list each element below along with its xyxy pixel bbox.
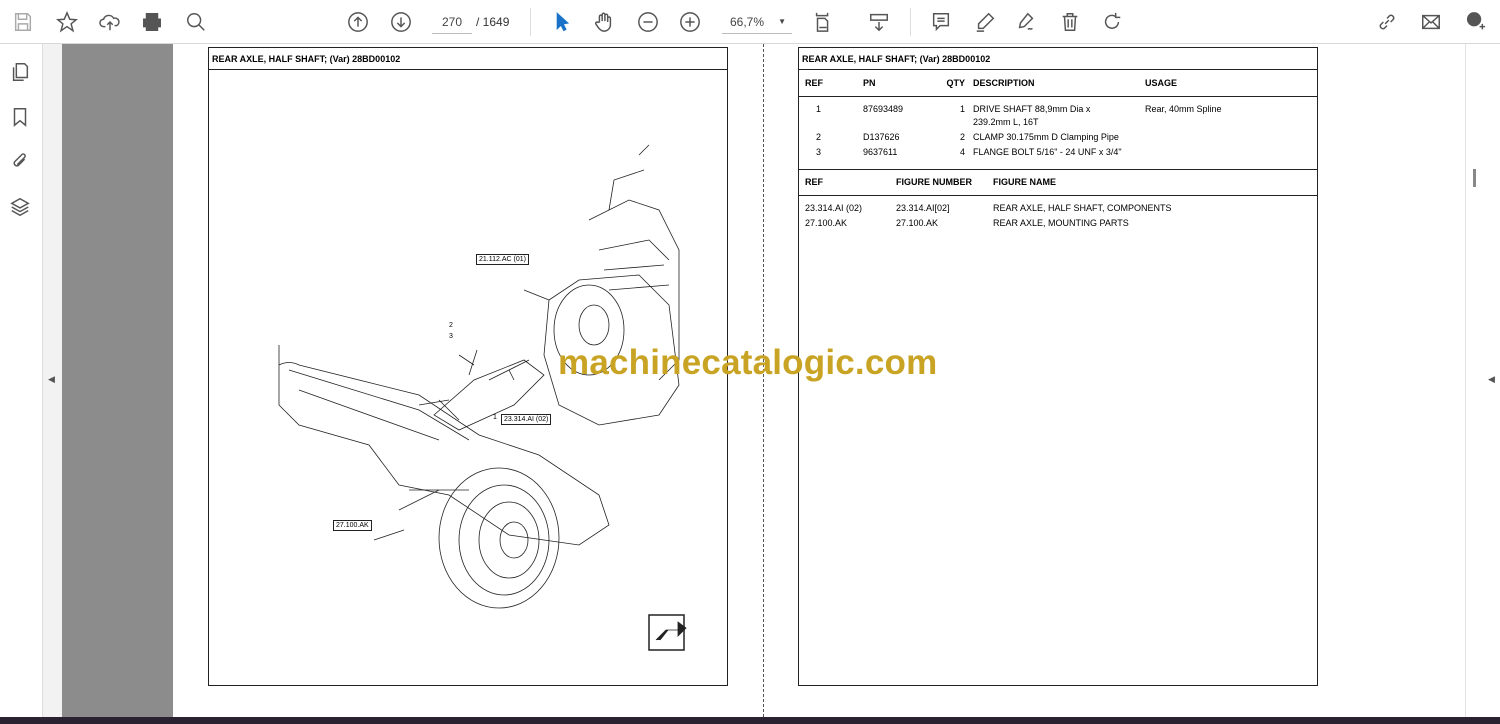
watermark: machinecatalogic.com bbox=[558, 343, 938, 382]
comment-icon[interactable] bbox=[928, 9, 954, 35]
zoom-value: 66,7% bbox=[730, 15, 765, 29]
pn-cell: 87693489 bbox=[863, 103, 904, 114]
figure-name-cell: REAR AXLE, HALF SHAFT, COMPONENTS bbox=[993, 203, 1172, 213]
qty-cell: 2 bbox=[959, 131, 965, 142]
ref-cell[interactable]: 23.314.AI (02) bbox=[799, 196, 890, 216]
description-cell: CLAMP 30.175mm D Clamping Pipe bbox=[973, 131, 1119, 142]
figures-table: REF FIGURE NUMBER FIGURE NAME 23.314.AI … bbox=[799, 169, 1317, 231]
star-icon[interactable] bbox=[54, 9, 80, 35]
bookmark-icon[interactable] bbox=[9, 106, 33, 130]
column-header: FIGURE NUMBER bbox=[890, 169, 987, 196]
column-header: DESCRIPTION bbox=[967, 70, 1139, 97]
ref-cell[interactable]: 27.100.AK bbox=[799, 215, 890, 230]
figure-callout[interactable]: 21.112.AC (01) bbox=[476, 254, 529, 265]
share-link-icon[interactable] bbox=[1374, 9, 1400, 35]
drawing-title: REAR AXLE, HALF SHAFT; (Var) 28BD00102 bbox=[209, 48, 727, 70]
table-row: 2 D137626 2 CLAMP 30.175mm D Clamping Pipe bbox=[799, 129, 1317, 144]
hand-tool-icon[interactable] bbox=[591, 9, 617, 35]
chevron-down-icon: ▼ bbox=[778, 17, 786, 26]
add-user-icon[interactable] bbox=[1462, 9, 1488, 35]
ref-label: 2 bbox=[449, 322, 453, 329]
document-background bbox=[62, 44, 173, 717]
toolbar: 270 / 1649 66,7% ▼ bbox=[0, 0, 1500, 44]
figure-number-cell: 23.314.AI[02] bbox=[896, 203, 950, 213]
save-icon[interactable] bbox=[10, 9, 36, 35]
figure-callout[interactable]: 23.314.AI (02) bbox=[501, 414, 552, 425]
layers-icon[interactable] bbox=[9, 196, 33, 220]
column-header: PN bbox=[857, 70, 927, 97]
right-panel: ◀ bbox=[1465, 44, 1500, 717]
usage-cell bbox=[1139, 129, 1317, 144]
column-header: REF bbox=[799, 169, 890, 196]
cloud-upload-icon[interactable] bbox=[97, 9, 123, 35]
attachment-icon[interactable] bbox=[9, 150, 33, 174]
print-icon[interactable] bbox=[139, 9, 165, 35]
fit-page-icon[interactable] bbox=[810, 9, 836, 35]
parts-list-title: REAR AXLE, HALF SHAFT; (Var) 28BD00102 bbox=[799, 48, 1317, 70]
page-number-input[interactable]: 270 bbox=[432, 10, 472, 34]
column-header: USAGE bbox=[1139, 70, 1317, 97]
left-panel-collapse[interactable]: ◀ bbox=[43, 44, 62, 717]
delete-icon[interactable] bbox=[1057, 9, 1083, 35]
pn-cell: D137626 bbox=[863, 131, 900, 142]
ref-label: 1 bbox=[493, 414, 497, 421]
usage-cell: Rear, 40mm Spline bbox=[1145, 103, 1222, 114]
taskbar-strip bbox=[0, 717, 1500, 724]
description-line: 239.2mm L, 16T bbox=[973, 116, 1039, 127]
left-sidebar bbox=[0, 44, 43, 717]
chevron-right-icon[interactable]: ◀ bbox=[1488, 374, 1495, 385]
search-icon[interactable] bbox=[183, 9, 209, 35]
qty-cell: 4 bbox=[959, 146, 965, 157]
table-row: 3 9637611 4 FLANGE BOLT 5/16" - 24 UNF x 3/… bbox=[799, 144, 1317, 170]
highlight-pen-icon[interactable] bbox=[972, 9, 998, 35]
ref-label: 3 bbox=[449, 333, 453, 340]
usage-cell bbox=[1139, 144, 1317, 170]
scrollbar-thumb[interactable] bbox=[1473, 169, 1476, 187]
column-header: REF bbox=[799, 70, 857, 97]
chevron-left-icon[interactable]: ◀ bbox=[48, 374, 55, 385]
ref-cell: 2 bbox=[816, 131, 822, 142]
figure-name-cell: REAR AXLE, MOUNTING PARTS bbox=[993, 218, 1129, 228]
previous-page-icon[interactable] bbox=[345, 9, 371, 35]
zoom-in-icon[interactable] bbox=[677, 9, 703, 35]
table-row: 23.314.AI (02) 23.314.AI[02] REAR AXLE, HA… bbox=[799, 196, 1317, 216]
zoom-level-select[interactable]: 66,7% ▼ bbox=[722, 10, 792, 34]
parts-table: REF PN QTY DESCRIPTION USAGE 1 87693489 1 D… bbox=[799, 70, 1317, 170]
pn-cell: 9637611 bbox=[863, 146, 898, 157]
figure-callout[interactable]: 27.100.AK bbox=[333, 520, 372, 531]
select-cursor-icon[interactable] bbox=[549, 9, 575, 35]
scroll-mode-icon[interactable] bbox=[866, 9, 892, 35]
divider bbox=[910, 8, 911, 36]
email-icon[interactable] bbox=[1418, 9, 1444, 35]
description-cell: FLANGE BOLT 5/16" - 24 UNF x 3/4" bbox=[973, 146, 1122, 157]
zoom-out-icon[interactable] bbox=[635, 9, 661, 35]
next-page-icon[interactable] bbox=[388, 9, 414, 35]
page-thumbnails-icon[interactable] bbox=[9, 61, 33, 85]
divider bbox=[530, 8, 531, 36]
rotate-icon[interactable] bbox=[1099, 9, 1125, 35]
column-header: FIGURE NAME bbox=[987, 169, 1317, 196]
table-row: 27.100.AK 27.100.AK REAR AXLE, MOUNTING PA… bbox=[799, 215, 1317, 230]
column-header: QTY bbox=[927, 70, 967, 97]
description-cell: DRIVE SHAFT 88,9mm Dia x 239.2mm L, 16T bbox=[967, 96, 1139, 129]
page-total: / 1649 bbox=[476, 15, 510, 29]
signature-icon[interactable] bbox=[1013, 9, 1039, 35]
table-row: 1 87693489 1 DRIVE SHAFT 88,9mm Dia x 239.2m… bbox=[799, 96, 1317, 129]
qty-cell: 1 bbox=[959, 103, 965, 114]
ref-cell: 3 bbox=[816, 146, 822, 157]
description-line: DRIVE SHAFT 88,9mm Dia x bbox=[973, 103, 1091, 114]
figure-number-cell: 27.100.AK bbox=[896, 218, 939, 228]
ref-cell: 1 bbox=[816, 103, 822, 114]
